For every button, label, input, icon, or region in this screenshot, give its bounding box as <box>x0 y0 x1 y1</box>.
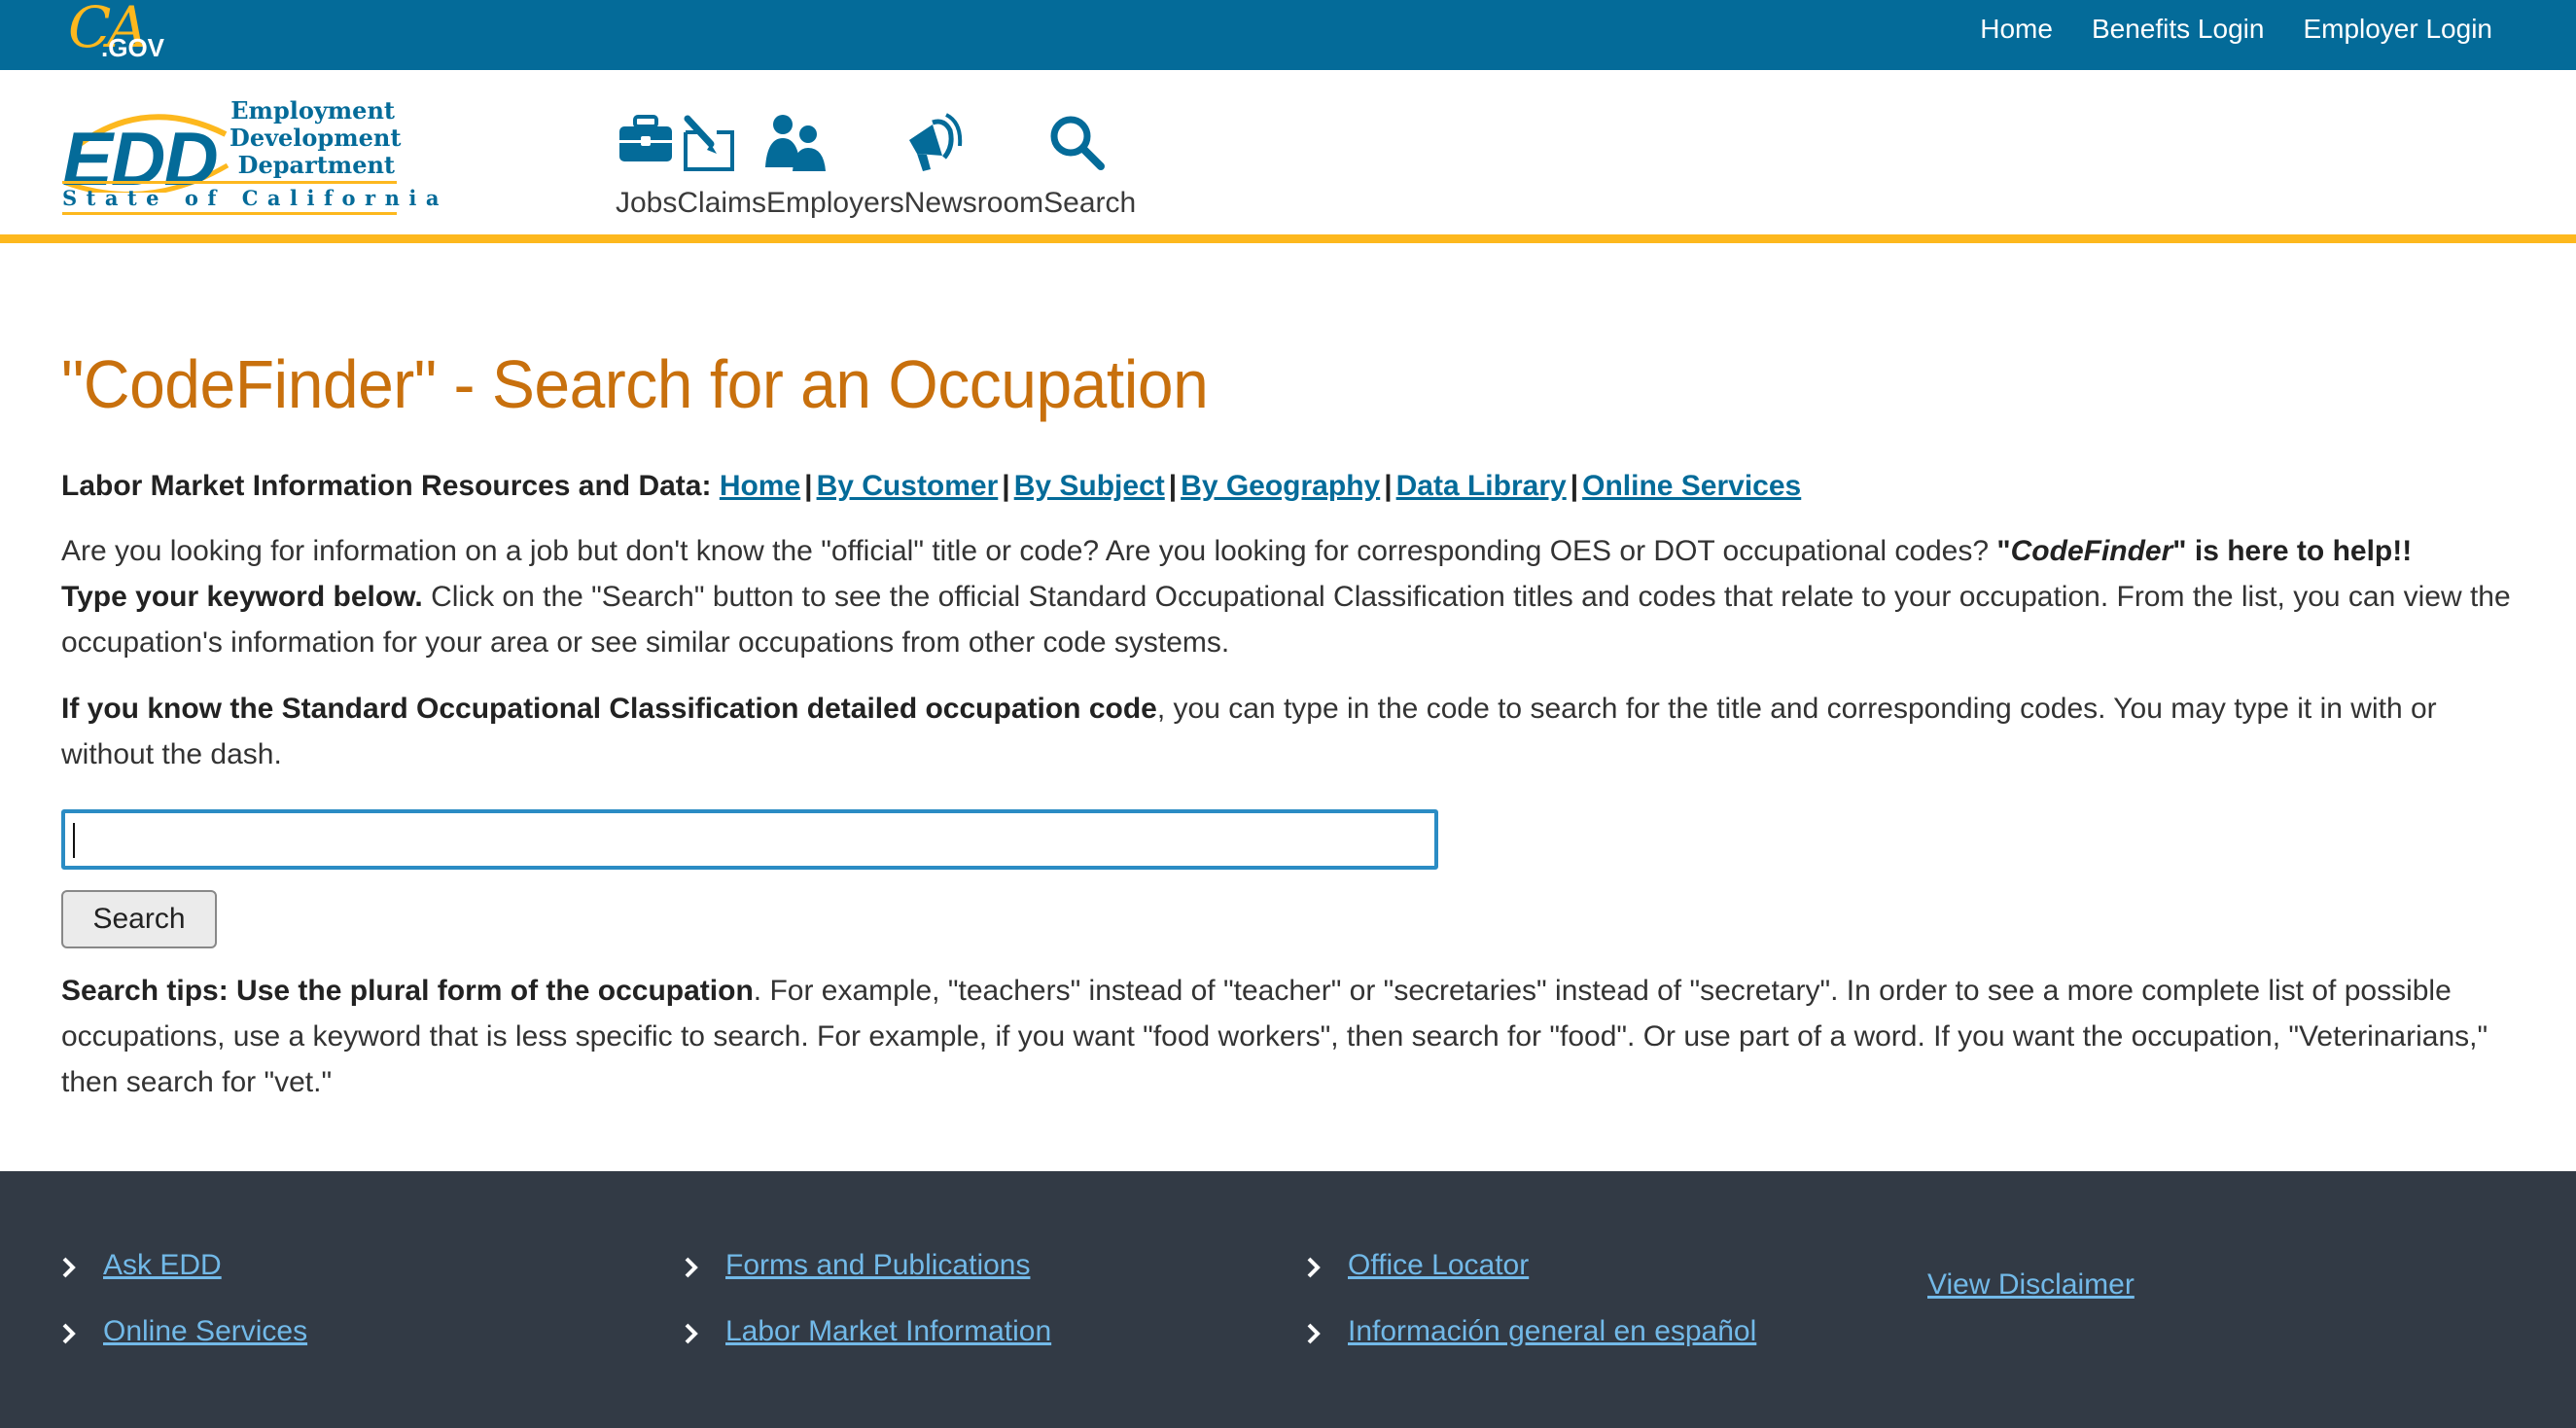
footer-link-view-disclaimer[interactable]: View Disclaimer <box>1927 1268 2135 1302</box>
link-separator: | <box>1002 470 1010 502</box>
edd-logo-word: Development <box>229 124 402 152</box>
edd-logo-word: Department <box>237 151 395 179</box>
nav-item-newsroom[interactable]: Newsroom <box>904 187 1043 220</box>
ca-gov-logo[interactable]: CA .GOV <box>64 0 171 64</box>
search-input-box[interactable] <box>61 809 1438 870</box>
site-footer: Ask EDD Online Services Forms and Public… <box>0 1171 2576 1428</box>
intro-paragraph: Are you looking for information on a job… <box>61 528 2512 665</box>
claim-form-icon[interactable] <box>678 115 738 173</box>
link-separator: | <box>1168 470 1178 502</box>
search-button[interactable]: Search <box>61 890 217 948</box>
page-title: "CodeFinder" - Search for an Occupation <box>61 346 1209 422</box>
footer-item: Forms and Publications <box>679 1249 1051 1315</box>
soc-code-bold: If you know the Standard Occupational Cl… <box>61 693 1157 725</box>
codefinder-name: CodeFinder <box>2010 535 2173 567</box>
footer-link-ask-edd[interactable]: Ask EDD <box>103 1249 222 1281</box>
edd-logo-word: Employment <box>230 96 395 125</box>
edd-logo-state: State of California <box>62 181 439 210</box>
soc-code-paragraph: If you know the Standard Occupational Cl… <box>61 686 2512 777</box>
link-separator: | <box>1384 470 1393 502</box>
people-icon[interactable] <box>763 113 828 173</box>
search-input[interactable] <box>65 813 1434 866</box>
nav-item-employers[interactable]: Employers <box>766 187 904 220</box>
footer-column-1: Ask EDD Online Services <box>56 1249 307 1381</box>
lmi-link-home[interactable]: Home <box>720 470 800 502</box>
lmi-link-data-library[interactable]: Data Library <box>1396 470 1567 502</box>
nav-item-jobs[interactable]: Jobs <box>616 187 677 220</box>
footer-item: Office Locator <box>1301 1249 1756 1315</box>
footer-item: Información general en español <box>1301 1315 1756 1381</box>
footer-item: Ask EDD <box>56 1249 307 1315</box>
intro-help: " is here to help!! <box>2172 535 2413 567</box>
footer-item: Online Services <box>56 1315 307 1381</box>
edd-logo[interactable]: EDD Employment Development Department St… <box>60 96 439 215</box>
chevron-right-icon <box>685 1323 698 1344</box>
top-utility-bar: CA .GOV Home Benefits Login Employer Log… <box>0 0 2576 70</box>
footer-link-forms-publications[interactable]: Forms and Publications <box>725 1249 1030 1281</box>
lmi-link-by-subject[interactable]: By Subject <box>1014 470 1165 502</box>
chevron-right-icon <box>1307 1257 1321 1278</box>
intro-instructions: Click on the "Search" button to see the … <box>61 581 2511 659</box>
utility-link-home[interactable]: Home <box>1980 14 2053 45</box>
link-separator: | <box>804 470 813 502</box>
lmi-label: Labor Market Information Resources and D… <box>61 470 712 502</box>
nav-item-claims[interactable]: Claims <box>677 187 766 220</box>
intro-quote: " <box>1996 535 2011 567</box>
chevron-right-icon <box>685 1257 698 1278</box>
utility-link-employer-login[interactable]: Employer Login <box>2303 14 2492 45</box>
megaphone-icon[interactable] <box>903 111 964 175</box>
chevron-right-icon <box>62 1323 76 1344</box>
edd-logo-words: Employment Development Department <box>229 96 402 179</box>
gov-logo-text: .GOV <box>101 33 165 62</box>
footer-link-labor-market-info[interactable]: Labor Market Information <box>725 1315 1051 1347</box>
text-caret <box>73 823 75 858</box>
intro-keyword-instruction: Type your keyword below. <box>61 581 423 613</box>
lmi-link-by-customer[interactable]: By Customer <box>817 470 999 502</box>
utility-link-benefits-login[interactable]: Benefits Login <box>2092 14 2264 45</box>
footer-column-3: Office Locator Información general en es… <box>1301 1249 1756 1381</box>
chevron-right-icon <box>1307 1323 1321 1344</box>
edd-logo-divider <box>62 212 397 215</box>
footer-column-2: Forms and Publications Labor Market Info… <box>679 1249 1051 1381</box>
briefcase-icon[interactable] <box>618 115 674 163</box>
main-nav-labels: Jobs Claims Employers Newsroom Search <box>616 187 1136 220</box>
link-separator: | <box>1570 470 1579 502</box>
lmi-resources-line: Labor Market Information Resources and D… <box>61 470 2512 503</box>
intro-emphasis: "CodeFinder" is here to help!! <box>1996 535 2412 567</box>
search-tips-bold: Search tips: Use the plural form of the … <box>61 975 754 1007</box>
main-content: "CodeFinder" - Search for an Occupation … <box>61 345 2512 798</box>
search-icon[interactable] <box>1047 113 1106 171</box>
footer-link-online-services[interactable]: Online Services <box>103 1315 307 1347</box>
footer-item: Labor Market Information <box>679 1315 1051 1381</box>
footer-link-office-locator[interactable]: Office Locator <box>1348 1249 1529 1281</box>
intro-text: Are you looking for information on a job… <box>61 535 1997 567</box>
footer-link-informacion-espanol[interactable]: Información general en español <box>1348 1315 1756 1347</box>
site-header: EDD Employment Development Department St… <box>0 70 2576 243</box>
search-tips: Search tips: Use the plural form of the … <box>61 968 2512 1105</box>
chevron-right-icon <box>62 1257 76 1278</box>
nav-item-search[interactable]: Search <box>1043 187 1136 220</box>
lmi-link-online-services[interactable]: Online Services <box>1582 470 1801 502</box>
utility-nav: Home Benefits Login Employer Login <box>1980 14 2492 45</box>
lmi-link-by-geography[interactable]: By Geography <box>1181 470 1380 502</box>
